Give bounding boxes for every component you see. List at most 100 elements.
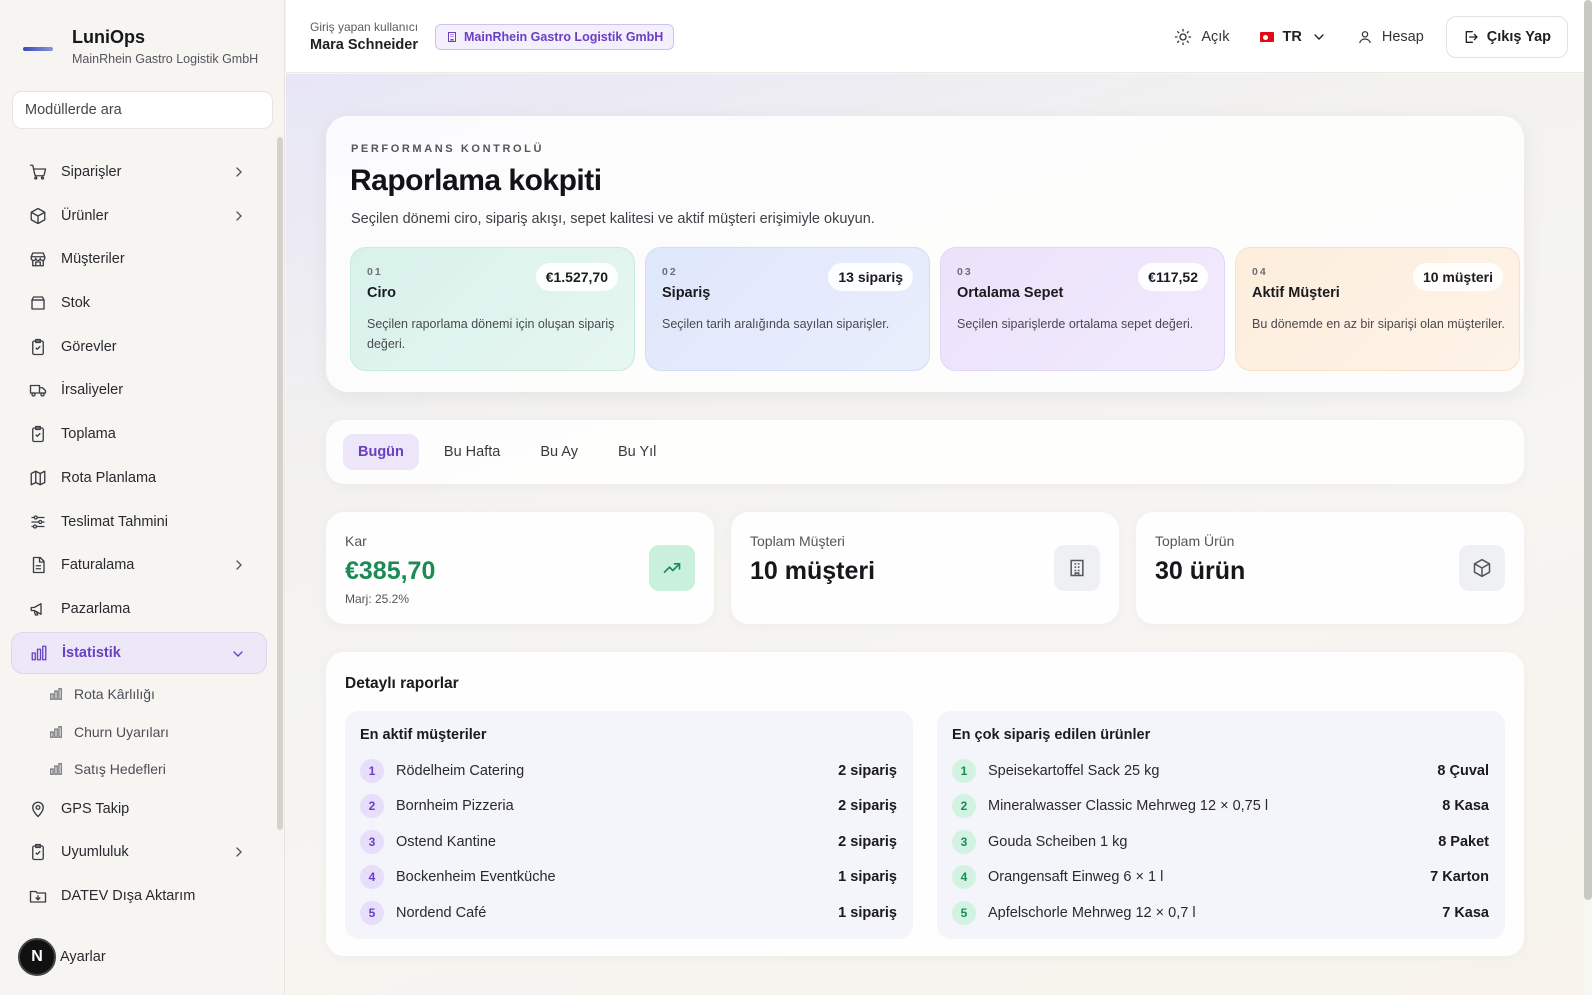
- sidebar-item-gorevler[interactable]: Görevler: [11, 326, 267, 368]
- megaphone-icon: [29, 600, 47, 618]
- kpi-description: Seçilen raporlama dönemi için oluşan sip…: [367, 317, 615, 351]
- kpi-description: Bu dönemde en az bir siparişi olan müşte…: [1252, 317, 1505, 331]
- list-item[interactable]: 5 Nordend Café 1 sipariş: [360, 895, 897, 931]
- page-scrollbar[interactable]: [1584, 0, 1592, 900]
- sidebar-item-label: Faturalama: [61, 557, 135, 574]
- rank-badge: 1: [952, 758, 976, 783]
- top-products-panel: En çok sipariş edilen ürünler 1 Speisekar…: [937, 711, 1505, 939]
- sidebar-item-urunler[interactable]: Ürünler: [11, 195, 267, 237]
- customer-name: Ostend Kantine: [396, 833, 496, 850]
- sidebar-scrollbar[interactable]: [277, 137, 283, 830]
- sidebar: LuniOps MainRhein Gastro Logistik GmbH M…: [0, 0, 285, 995]
- map-pin-icon: [29, 800, 47, 818]
- list-item[interactable]: 4 Orangensaft Einweg 6 × 1 l 7 Karton: [952, 860, 1489, 896]
- reports-title: Detaylı raporlar: [345, 675, 459, 692]
- product-name: Gouda Scheiben 1 kg: [988, 833, 1128, 850]
- account-button[interactable]: Hesap: [1357, 29, 1424, 45]
- archive-icon: [29, 294, 47, 312]
- logout-button[interactable]: Çıkış Yap: [1445, 16, 1568, 58]
- search-placeholder: Modüllerde ara: [25, 102, 122, 118]
- kpi-card-aktif-musteri: 04 Aktif Müşteri Bu dönemde en az bir si…: [1235, 247, 1520, 371]
- sidebar-item-label: Rota Planlama: [61, 469, 157, 486]
- list-item[interactable]: 1 Speisekartoffel Sack 25 kg 8 Çuval: [952, 753, 1489, 789]
- sidebar-item-label: Toplama: [61, 426, 116, 443]
- chevron-right-icon: [231, 557, 247, 573]
- language-select[interactable]: TR: [1259, 29, 1327, 45]
- clipboard-icon: [29, 425, 47, 443]
- bar-chart-icon: [49, 762, 63, 776]
- tab-bugun[interactable]: Bugün: [343, 434, 419, 470]
- stat-card-toplam-musteri: Toplam Müşteri 10 müşteri: [731, 512, 1119, 624]
- sidebar-subitem-churn-uyarilari[interactable]: Churn Uyarıları: [11, 713, 267, 751]
- kpi-value: 13 sipariş: [828, 263, 913, 291]
- product-quantity: 8 Paket: [1438, 833, 1489, 850]
- building-icon: [1054, 545, 1100, 591]
- sidebar-item-gps-takip[interactable]: GPS Takip: [11, 788, 267, 830]
- rank-badge: 4: [360, 865, 384, 890]
- company-chip[interactable]: MainRhein Gastro Logistik GmbH: [435, 24, 675, 50]
- tab-bu-hafta[interactable]: Bu Hafta: [429, 434, 515, 470]
- detailed-reports: Detaylı raporlar En aktif müşteriler 1 Rö…: [326, 652, 1524, 956]
- top-customers-panel: En aktif müşteriler 1 Rödelheim Catering 2…: [345, 711, 913, 939]
- bar-chart-icon: [30, 644, 48, 662]
- rank-badge: 3: [952, 829, 976, 854]
- sidebar-subitem-label: Churn Uyarıları: [74, 723, 169, 740]
- sidebar-item-ayarlar[interactable]: N Ayarlar: [18, 938, 106, 976]
- theme-toggle[interactable]: Açık: [1174, 28, 1230, 46]
- chevron-right-icon: [231, 164, 247, 180]
- sidebar-item-pazarlama[interactable]: Pazarlama: [11, 588, 267, 630]
- sidebar-item-teslimat-tahmini[interactable]: Teslimat Tahmini: [11, 501, 267, 543]
- rank-badge: 2: [952, 794, 976, 819]
- sidebar-item-stok[interactable]: Stok: [11, 282, 267, 324]
- map-icon: [29, 469, 47, 487]
- sidebar-item-datev[interactable]: DATEV Dışa Aktarım: [11, 875, 267, 917]
- product-quantity: 8 Kasa: [1442, 798, 1489, 815]
- logout-label: Çıkış Yap: [1486, 29, 1551, 45]
- kpi-value: €1.527,70: [535, 263, 618, 291]
- customer-name: Nordend Café: [396, 904, 487, 921]
- list-item[interactable]: 2 Mineralwasser Classic Mehrweg 12 × 0,75…: [952, 789, 1489, 825]
- truck-icon: [29, 381, 47, 399]
- sidebar-item-label: Ürünler: [61, 207, 109, 224]
- list-item[interactable]: 3 Ostend Kantine 2 sipariş: [360, 824, 897, 860]
- sidebar-subitem-rota-karliligi[interactable]: Rota Kârlılığı: [11, 675, 267, 713]
- list-item[interactable]: 4 Bockenheim Eventküche 1 sipariş: [360, 860, 897, 896]
- brand-title: LuniOps: [72, 26, 145, 47]
- sidebar-item-siparisler[interactable]: Siparişler: [11, 151, 267, 193]
- sidebar-subitem-satis-hedefleri[interactable]: Satış Hedefleri: [11, 750, 267, 788]
- panel-title: En çok sipariş edilen ürünler: [952, 727, 1151, 743]
- brand-logo: [20, 44, 56, 54]
- clipboard-icon: [29, 338, 47, 356]
- product-name: Apfelschorle Mehrweg 12 × 0,7 l: [988, 904, 1196, 921]
- order-count: 2 sipariş: [838, 762, 897, 779]
- module-search-input[interactable]: Modüllerde ara: [12, 91, 273, 129]
- list-item[interactable]: 5 Apfelschorle Mehrweg 12 × 0,7 l 7 Kasa: [952, 895, 1489, 931]
- list-item[interactable]: 1 Rödelheim Catering 2 sipariş: [360, 753, 897, 789]
- sidebar-item-irsaliyeler[interactable]: İrsaliyeler: [11, 369, 267, 411]
- list-item[interactable]: 2 Bornheim Pizzeria 2 sipariş: [360, 789, 897, 825]
- language-label: TR: [1282, 29, 1302, 45]
- company-chip-label: MainRhein Gastro Logistik GmbH: [464, 30, 664, 44]
- sidebar-item-label: Ayarlar: [60, 949, 106, 965]
- theme-label: Açık: [1201, 29, 1230, 45]
- list-item[interactable]: 3 Gouda Scheiben 1 kg 8 Paket: [952, 824, 1489, 860]
- stat-label: Toplam Müşteri: [750, 533, 845, 549]
- product-quantity: 7 Kasa: [1442, 904, 1489, 921]
- sun-icon: [1174, 28, 1192, 46]
- sidebar-subitem-label: Rota Kârlılığı: [74, 686, 155, 702]
- account-label: Hesap: [1381, 29, 1424, 45]
- tab-bu-yil[interactable]: Bu Yıl: [603, 434, 671, 470]
- sidebar-item-rota-planlama[interactable]: Rota Planlama: [11, 457, 267, 499]
- sidebar-item-istatistik[interactable]: İstatistik: [11, 631, 267, 674]
- tab-bu-ay[interactable]: Bu Ay: [525, 434, 593, 470]
- sidebar-subitem-label: Satış Hedefleri: [74, 761, 166, 777]
- sidebar-item-toplama[interactable]: Toplama: [11, 413, 267, 455]
- sidebar-item-faturalama[interactable]: Faturalama: [11, 544, 267, 586]
- sidebar-item-musteriler[interactable]: Müşteriler: [11, 238, 267, 280]
- sidebar-item-label: Müşteriler: [61, 251, 125, 268]
- brand[interactable]: LuniOps MainRhein Gastro Logistik GmbH: [0, 0, 284, 72]
- sidebar-item-uyumluluk[interactable]: Uyumluluk: [11, 831, 267, 873]
- stat-card-toplam-urun: Toplam Ürün 30 ürün: [1136, 512, 1524, 624]
- stat-label: Toplam Ürün: [1155, 533, 1235, 549]
- stat-value: 10 müşteri: [750, 557, 876, 585]
